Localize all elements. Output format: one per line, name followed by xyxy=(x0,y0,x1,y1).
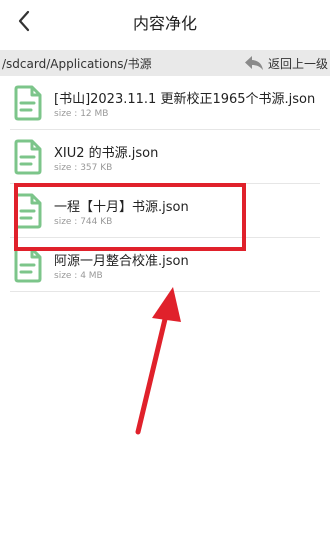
page-title: 内容净化 xyxy=(132,14,197,33)
file-name: [书山]2023.11.1 更新校正1965个书源.json xyxy=(54,92,316,107)
document-icon xyxy=(14,247,42,283)
go-up-label: 返回上一级 xyxy=(267,56,328,71)
file-item[interactable]: 阿源一月整合校准.json size : 4 MB xyxy=(10,238,320,292)
go-up-button[interactable]: 返回上一级 xyxy=(243,53,328,73)
file-item[interactable]: XIU2 的书源.json size : 357 KB xyxy=(10,130,320,184)
file-name: 一程【十月】书源.json xyxy=(54,200,189,215)
file-size: size : 12 MB xyxy=(54,109,109,119)
file-size: size : 744 KB xyxy=(54,217,113,227)
document-icon xyxy=(14,139,42,175)
file-item[interactable]: [书山]2023.11.1 更新校正1965个书源.json size : 12… xyxy=(10,76,320,130)
document-icon xyxy=(14,85,42,121)
file-size: size : 357 KB xyxy=(54,163,113,173)
current-path: /sdcard/Applications/书源 xyxy=(2,57,152,71)
file-list: [书山]2023.11.1 更新校正1965个书源.json size : 12… xyxy=(0,76,330,292)
document-icon xyxy=(14,193,42,229)
back-arrow-icon xyxy=(244,56,263,70)
path-bar: /sdcard/Applications/书源 返回上一级 xyxy=(0,50,330,76)
file-item[interactable]: 一程【十月】书源.json size : 744 KB xyxy=(10,184,320,238)
app-header: 内容净化 xyxy=(0,0,330,44)
file-name: XIU2 的书源.json xyxy=(54,146,159,161)
file-size: size : 4 MB xyxy=(54,271,103,281)
file-name: 阿源一月整合校准.json xyxy=(54,254,189,269)
